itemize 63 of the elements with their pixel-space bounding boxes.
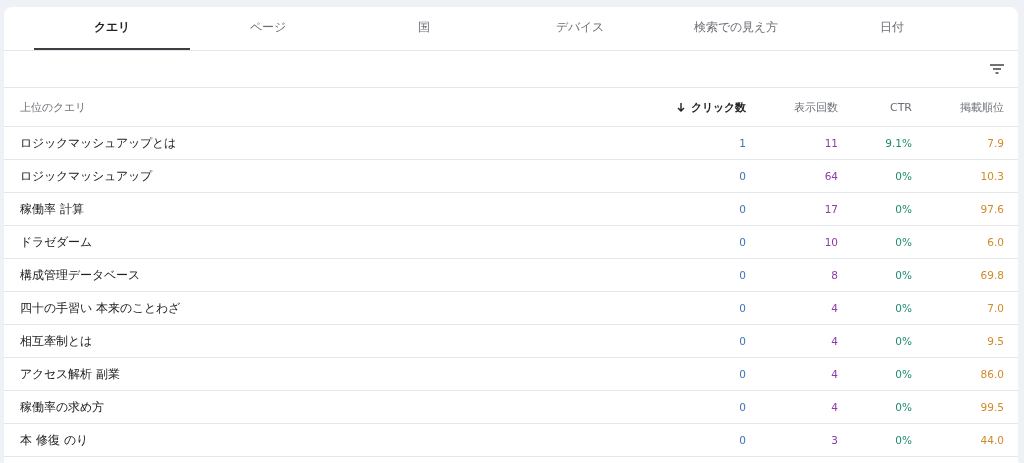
table-cell: 0% [895,434,912,446]
table-cell: 10.3 [980,170,1004,182]
table-cell: 0 [739,302,746,314]
table-cell: 0 [739,269,746,281]
table-cell: 4 [831,401,838,413]
table-cell: 0% [895,203,912,215]
tab[interactable]: デバイス [502,7,658,50]
filter-icon[interactable] [990,64,1004,74]
table-cell: 相互牽制とは [20,332,92,350]
table-cell: 0% [895,170,912,182]
table-cell: 0 [739,170,746,182]
table-cell: ロジックマッシュアップ [20,167,152,185]
table-cell: 64 [824,170,838,182]
table-cell: ロジックマッシュアップとは [20,134,176,152]
table-cell: 9.1% [885,137,912,149]
table-cell: 6.0 [987,236,1004,248]
table-cell: 0 [739,401,746,413]
table-cell: 0% [895,236,912,248]
column-header[interactable]: クリック数 [691,99,746,115]
table-cell: 0% [895,368,912,380]
table-cell: 0% [895,302,912,314]
tab[interactable]: 国 [346,7,502,50]
column-header[interactable]: CTR [889,100,912,114]
table-cell: 7.9 [987,137,1004,149]
table-cell: 0 [739,203,746,215]
table-cell: 0% [895,401,912,413]
table-cell: ドラゼダーム [20,233,92,251]
table-cell: 69.8 [980,269,1004,281]
table-cell: 17 [824,203,838,215]
table-cell: 4 [831,368,838,380]
table-cell: 1 [739,137,746,149]
table-cell: 9.5 [987,335,1004,347]
table-cell: 0 [739,335,746,347]
table-cell: 本 修復 のり [20,431,88,449]
table-cell: 0% [895,269,912,281]
table-cell: 四十の手習い 本来のことわざ [20,299,180,317]
table-cell: 稼働率の求め方 [20,398,104,416]
table-cell: 10 [824,236,838,248]
column-header[interactable]: 表示回数 [794,99,838,115]
table-cell: 3 [831,434,838,446]
tab[interactable]: ページ [190,7,346,50]
table-cell: 86.0 [980,368,1004,380]
table-cell: 0% [895,335,912,347]
table-cell: 97.6 [980,203,1004,215]
table-cell: 7.0 [987,302,1004,314]
column-header[interactable]: 上位のクエリ [20,99,86,115]
table-cell: 8 [831,269,838,281]
sort-arrow-icon [677,102,685,112]
table-cell: 0 [739,236,746,248]
table-cell: アクセス解析 副業 [20,365,120,383]
table-cell: 4 [831,302,838,314]
tab[interactable]: 検索での見え方 [658,7,814,50]
table-cell: 0 [739,368,746,380]
table-cell: 4 [831,335,838,347]
table-cell: 構成管理データベース [20,266,140,284]
table-cell: 稼働率 計算 [20,200,84,218]
tab[interactable]: 日付 [814,7,970,50]
table-cell: 99.5 [980,401,1004,413]
table-cell: 0 [739,434,746,446]
column-header[interactable]: 掲載順位 [960,99,1004,115]
table-cell: 11 [824,137,838,149]
tab[interactable]: クエリ [34,7,190,50]
table-cell: 44.0 [980,434,1004,446]
